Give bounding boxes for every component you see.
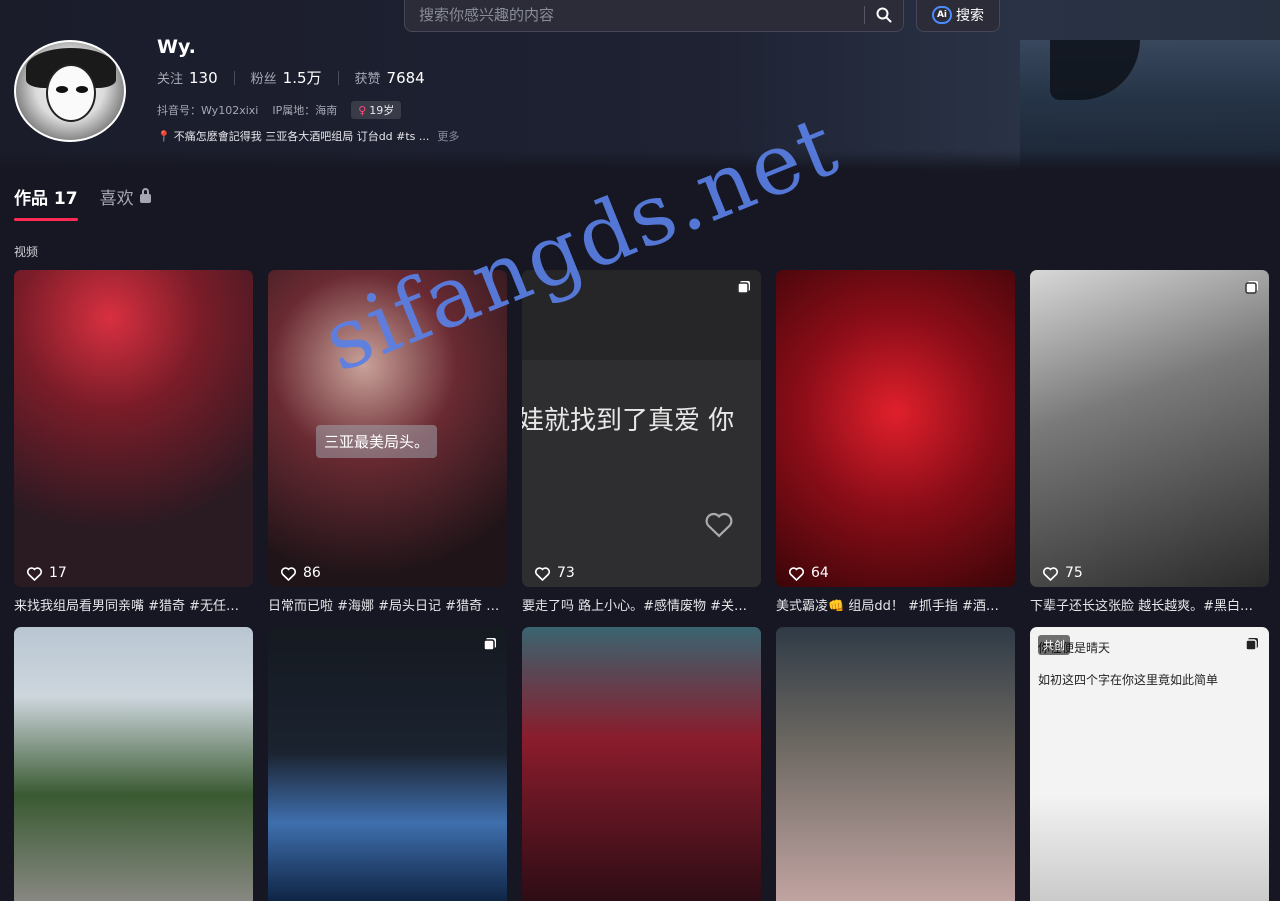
following-label[interactable]: 关注: [157, 68, 183, 87]
age-badge: ♀ 19岁: [351, 101, 402, 119]
following-count[interactable]: 130: [189, 69, 218, 87]
video-thumbnail[interactable]: 你在便是晴天 如初这四个字在你这里竟如此简单 共创: [1030, 627, 1269, 901]
ip-location: IP属地：海南: [272, 104, 338, 117]
likes-label: 获赞: [354, 72, 381, 87]
video-grid: 17 来找我组局看男同亲嘴 #猎奇 #无任… 三亚最美局头。 86 日常而已啦 …: [14, 270, 1280, 901]
video-thumbnail[interactable]: 75: [1030, 270, 1269, 587]
video-card[interactable]: 你在便是晴天 如初这四个字在你这里竟如此简单 共创: [1030, 627, 1269, 901]
video-caption[interactable]: 要走了吗 路上小心。#感情废物 #关…: [522, 595, 761, 627]
profile-bio: 📍 不痛怎麼會記得我 三亚各大酒吧组局 订台dd #ts ... 更多: [157, 128, 459, 144]
video-likes: 17: [26, 565, 67, 581]
video-caption[interactable]: 下辈子还长这张脸 越长越爽。#黑白…: [1030, 595, 1269, 627]
video-card[interactable]: [268, 627, 507, 901]
search-bar[interactable]: [404, 0, 904, 32]
image-set-icon: [483, 638, 496, 651]
heart-icon: [534, 566, 551, 581]
video-card[interactable]: [522, 627, 761, 901]
thumbnail-text: 如初这四个字在你这里竟如此简单: [1038, 673, 1219, 687]
video-card[interactable]: 娃就找到了真爱 你 73 要走了吗 路上小心。#感情废物 #关…: [522, 270, 761, 627]
video-caption[interactable]: 日常而已啦 #海娜 #局头日记 #猎奇 …: [268, 595, 507, 627]
heart-icon: [1042, 566, 1059, 581]
video-card[interactable]: 17 来找我组局看男同亲嘴 #猎奇 #无任…: [14, 270, 253, 627]
profile-tabs: 作品 17 喜欢: [14, 184, 151, 221]
ai-search-label: 搜索: [956, 8, 984, 24]
female-icon: ♀: [358, 103, 367, 117]
video-card[interactable]: [776, 627, 1015, 901]
douyin-id: 抖音号：Wy102xixi: [157, 104, 259, 117]
profile-meta: 抖音号：Wy102xixi IP属地：海南 ♀ 19岁: [157, 101, 402, 119]
co-create-badge: 共创: [1038, 635, 1070, 655]
search-input[interactable]: [405, 0, 864, 31]
followers-label[interactable]: 粉丝: [251, 68, 277, 87]
location-pin-icon: 📍: [157, 129, 171, 143]
image-set-icon: [1245, 281, 1258, 294]
likes-count: 7684: [386, 68, 425, 87]
bio-text: 不痛怎麼會記得我 三亚各大酒吧组局 订台dd #ts ...: [173, 130, 430, 143]
lock-icon: [139, 188, 151, 203]
video-thumbnail[interactable]: 64: [776, 270, 1015, 587]
video-likes: 73: [534, 565, 575, 581]
heart-icon: [26, 566, 43, 581]
video-thumbnail[interactable]: [268, 627, 507, 901]
tab-works[interactable]: 作品 17: [14, 184, 78, 221]
search-button[interactable]: [865, 0, 903, 31]
video-caption[interactable]: 美式霸凌👊 组局dd！ #抓手指 #酒…: [776, 595, 1015, 627]
video-likes: 64: [788, 565, 829, 581]
video-thumbnail[interactable]: 娃就找到了真爱 你 73: [522, 270, 761, 587]
profile-name: Wy.: [157, 36, 196, 58]
video-card[interactable]: 64 美式霸凌👊 组局dd！ #抓手指 #酒…: [776, 270, 1015, 627]
heart-icon: [280, 566, 297, 581]
heart-icon: [788, 566, 805, 581]
video-overlay-text: 三亚最美局头。: [316, 425, 438, 458]
video-thumbnail[interactable]: 17: [14, 270, 253, 587]
video-thumbnail[interactable]: [14, 627, 253, 901]
followers-count[interactable]: 1.5万: [283, 67, 322, 88]
search-icon: [876, 7, 892, 23]
image-set-icon: [1245, 638, 1258, 651]
ai-icon: Ai: [932, 6, 952, 24]
video-likes: 86: [280, 565, 321, 581]
tab-likes[interactable]: 喜欢: [100, 184, 151, 221]
image-set-icon: [737, 281, 750, 294]
avatar[interactable]: [14, 40, 126, 142]
video-caption[interactable]: 来找我组局看男同亲嘴 #猎奇 #无任…: [14, 595, 253, 627]
bio-more-link[interactable]: 更多: [437, 128, 459, 144]
video-thumbnail[interactable]: [522, 627, 761, 901]
video-likes: 75: [1042, 565, 1083, 581]
video-card[interactable]: 75 下辈子还长这张脸 越长越爽。#黑白…: [1030, 270, 1269, 627]
profile-stats: 关注 130 粉丝 1.5万 获赞 7684: [157, 67, 425, 88]
ai-search-button[interactable]: Ai 搜索: [916, 0, 1000, 32]
video-thumbnail[interactable]: [776, 627, 1015, 901]
section-label: 视频: [14, 245, 39, 259]
video-card[interactable]: [14, 627, 253, 901]
heart-outline-icon: [705, 512, 733, 538]
video-overlay-text: 娃就找到了真爱 你: [522, 406, 735, 436]
